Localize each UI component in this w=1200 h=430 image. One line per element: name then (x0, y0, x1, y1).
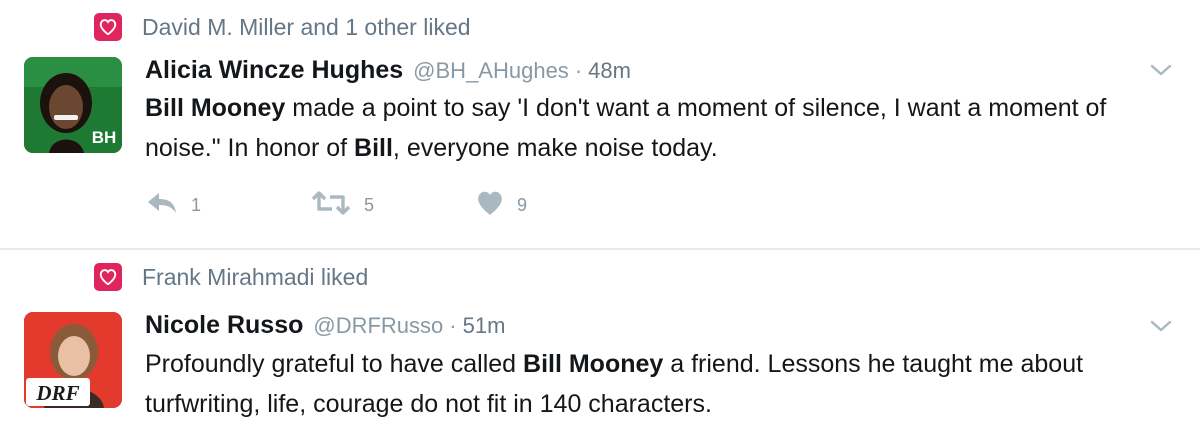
retweet-icon (310, 190, 352, 221)
separator-dot: · (574, 58, 583, 83)
avatar[interactable]: DRF (24, 312, 122, 408)
mention-bold: Bill Mooney (145, 94, 286, 122)
handle[interactable]: @DRFRusso (313, 313, 443, 339)
liked-by-row: David M. Miller and 1 other liked (94, 13, 471, 41)
reply-button[interactable]: 1 (145, 190, 310, 221)
tweet[interactable]: Frank Mirahmadi liked DRF Nicole Russo @… (0, 250, 1200, 430)
chevron-down-icon[interactable] (1148, 316, 1174, 336)
avatar-badge-text: DRF (35, 381, 79, 405)
separator-dot: · (449, 313, 457, 338)
text-span: , everyone make noise today. (392, 134, 718, 162)
display-name[interactable]: Alicia Wincze Hughes (145, 56, 403, 85)
tweet[interactable]: David M. Miller and 1 other liked BH Ali… (0, 0, 1200, 250)
like-count: 9 (517, 195, 528, 215)
tweet-header: Nicole Russo @DRFRusso · 51m (145, 311, 505, 340)
text-span: Profoundly grateful to have called (145, 350, 524, 378)
heart-badge-icon (94, 13, 122, 41)
liked-by-text[interactable]: Frank Mirahmadi liked (142, 264, 368, 291)
heart-badge-icon (94, 263, 122, 291)
like-button[interactable]: 9 (475, 190, 527, 221)
retweet-count: 5 (364, 195, 375, 215)
chevron-down-icon[interactable] (1148, 60, 1174, 80)
tweet-text: Profoundly grateful to have called Bill … (145, 344, 1165, 424)
liked-by-text[interactable]: David M. Miller and 1 other liked (142, 14, 471, 41)
tweet-header: Alicia Wincze Hughes @BH_AHughes · 48m (145, 56, 631, 85)
timestamp[interactable]: 48m (588, 58, 631, 84)
like-icon (475, 190, 505, 221)
liked-by-row: Frank Mirahmadi liked (94, 263, 368, 291)
tweet-text: Bill Mooney made a point to say 'I don't… (145, 88, 1165, 168)
mention-bold: Bill (354, 134, 393, 162)
retweet-button[interactable]: 5 (310, 190, 475, 221)
tweet-actions: 1 5 9 (145, 190, 527, 221)
reply-count: 1 (191, 195, 202, 215)
display-name[interactable]: Nicole Russo (145, 311, 303, 340)
mention-bold: Bill Mooney (523, 350, 664, 378)
reply-icon (145, 190, 179, 221)
avatar[interactable]: BH (24, 57, 122, 153)
timestamp[interactable]: 51m (463, 313, 506, 339)
avatar-badge-text: BH (92, 128, 117, 147)
handle[interactable]: @BH_AHughes (413, 58, 569, 84)
